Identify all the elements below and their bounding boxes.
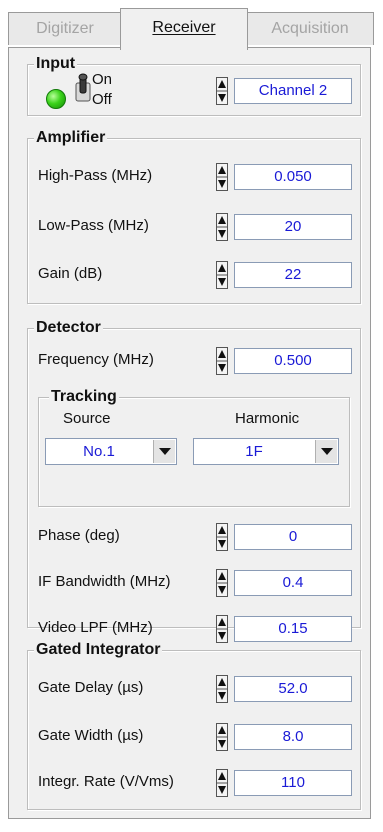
gated-integrator-group-title: Gated Integrator — [34, 641, 163, 659]
gate-delay-field[interactable]: 52.0 — [234, 676, 352, 702]
video-lpf-field[interactable]: 0.15 — [234, 616, 352, 642]
tab-digitizer[interactable]: Digitizer — [8, 12, 122, 45]
if-bandwidth-field[interactable]: 0.4 — [234, 570, 352, 596]
gain-field[interactable]: 22 — [234, 262, 352, 288]
high-pass-spinner-icon[interactable] — [216, 163, 228, 191]
gain-label: Gain (dB) — [38, 265, 103, 282]
gate-width-label: Gate Width (µs) — [38, 727, 144, 744]
channel-field[interactable]: Channel 2 — [234, 78, 352, 104]
integr-rate-field[interactable]: 110 — [234, 770, 352, 796]
tab-acquisition-label: Acquisition — [271, 20, 349, 37]
tracking-group: Tracking Source Harmonic No.1 1F — [38, 388, 350, 507]
channel-spinner-icon[interactable] — [216, 77, 228, 105]
source-label: Source — [63, 410, 111, 427]
tab-digitizer-label: Digitizer — [36, 20, 94, 37]
video-lpf-spinner-icon[interactable] — [216, 615, 228, 643]
low-pass-label: Low-Pass (MHz) — [38, 217, 149, 234]
tracking-group-title: Tracking — [49, 388, 119, 406]
harmonic-select[interactable]: 1F — [193, 438, 339, 465]
if-bandwidth-label: IF Bandwidth (MHz) — [38, 573, 171, 590]
tab-receiver[interactable]: Receiver — [120, 8, 248, 50]
chevron-down-icon — [321, 448, 333, 456]
phase-label: Phase (deg) — [38, 527, 120, 544]
frequency-label: Frequency (MHz) — [38, 351, 154, 368]
harmonic-label: Harmonic — [235, 410, 300, 427]
gate-delay-label: Gate Delay (µs) — [38, 679, 144, 696]
high-pass-field[interactable]: 0.050 — [234, 164, 352, 190]
source-select[interactable]: No.1 — [45, 438, 177, 465]
amplifier-group: Amplifier High-Pass (MHz) 0.050 Low-Pass… — [27, 129, 361, 304]
tab-strip: Digitizer Acquisition Receiver — [8, 8, 374, 50]
switch-on-label: On — [92, 71, 113, 88]
phase-field[interactable]: 0 — [234, 524, 352, 550]
integr-rate-label: Integr. Rate (V/Vms) — [38, 773, 174, 790]
amplifier-group-title: Amplifier — [34, 129, 108, 147]
if-bandwidth-spinner-icon[interactable] — [216, 569, 228, 597]
high-pass-label: High-Pass (MHz) — [38, 167, 153, 184]
detector-group-title: Detector — [34, 319, 103, 337]
gate-width-spinner-icon[interactable] — [216, 723, 228, 751]
video-lpf-label: Video LPF (MHz) — [38, 619, 153, 636]
status-led-icon — [46, 89, 66, 109]
input-group-title: Input — [34, 55, 78, 73]
tab-acquisition[interactable]: Acquisition — [246, 12, 374, 45]
low-pass-field[interactable]: 20 — [234, 214, 352, 240]
frequency-spinner-icon[interactable] — [216, 347, 228, 375]
input-group: Input On Off Channel 2 — [27, 55, 361, 116]
switch-off-label: Off — [92, 91, 112, 108]
detector-group: Detector Frequency (MHz) 0.500 Tracking … — [27, 319, 361, 628]
receiver-panel: Input On Off Channel 2 Amplifier High-Pa… — [8, 47, 371, 819]
harmonic-select-value: 1F — [245, 443, 263, 460]
frequency-field[interactable]: 0.500 — [234, 348, 352, 374]
low-pass-spinner-icon[interactable] — [216, 213, 228, 241]
gain-spinner-icon[interactable] — [216, 261, 228, 289]
gate-width-field[interactable]: 8.0 — [234, 724, 352, 750]
tab-receiver-label: Receiver — [152, 19, 216, 36]
harmonic-dropdown-button[interactable] — [315, 440, 337, 463]
source-dropdown-button[interactable] — [153, 440, 175, 463]
chevron-down-icon — [159, 448, 171, 456]
integr-rate-spinner-icon[interactable] — [216, 769, 228, 797]
gate-delay-spinner-icon[interactable] — [216, 675, 228, 703]
gated-integrator-group: Gated Integrator Gate Delay (µs) 52.0 Ga… — [27, 641, 361, 810]
source-select-value: No.1 — [83, 443, 115, 460]
phase-spinner-icon[interactable] — [216, 523, 228, 551]
power-toggle-switch[interactable] — [73, 73, 93, 109]
